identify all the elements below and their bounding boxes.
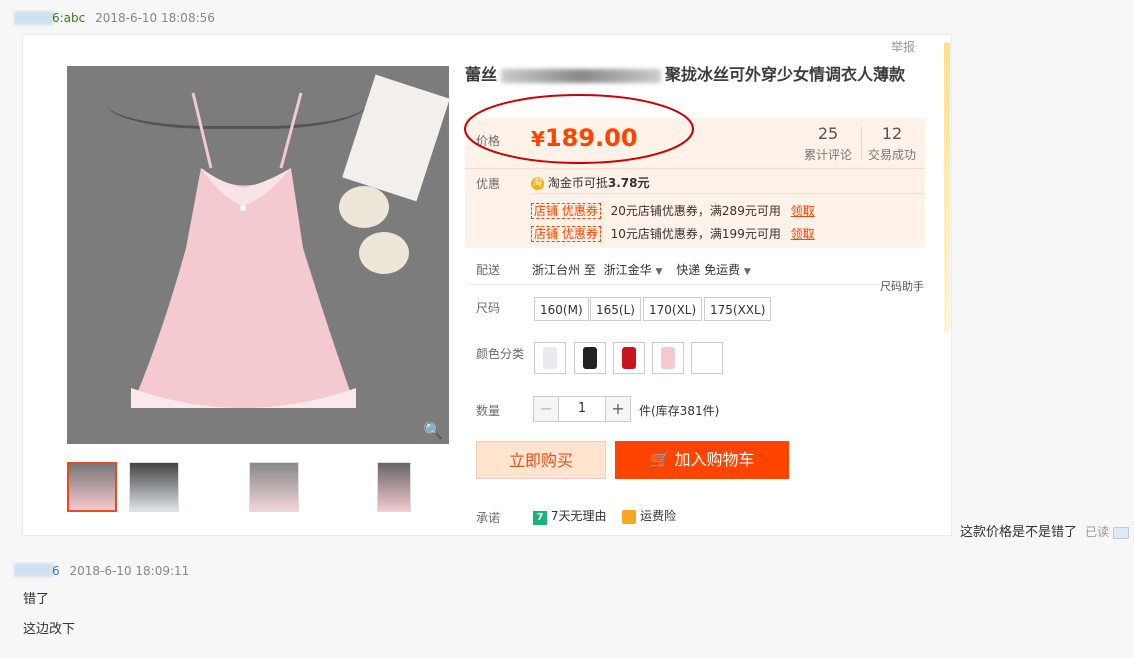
color-label: 颜色分类 xyxy=(476,347,525,361)
product-title-suffix: 聚拢冰丝可外穿少女情调衣人薄款 xyxy=(665,65,906,84)
size-helper-link[interactable]: 尺码助手 xyxy=(880,278,924,294)
sender-name[interactable]: 6:abc xyxy=(52,11,85,25)
coupon-claim-link[interactable]: 领取 xyxy=(791,227,815,241)
stock-text: 件(库存381件) xyxy=(639,404,720,418)
thumbnail-4[interactable] xyxy=(377,462,411,512)
thumbnail-2[interactable] xyxy=(129,462,179,512)
add-to-cart-label: 加入购物车 xyxy=(674,450,755,469)
price-annotation-circle xyxy=(464,94,694,164)
product-title: 蕾丝 聚拢冰丝可外穿少女情调衣人薄款 xyxy=(465,64,935,85)
delivery-label: 配送 xyxy=(476,263,501,277)
sender-name[interactable]: 6 xyxy=(52,564,60,578)
delivery-destination: 浙江金华 xyxy=(603,263,652,277)
freight-insurance-icon xyxy=(622,509,637,524)
review-label[interactable]: 累计评论 xyxy=(803,146,853,163)
message-timestamp: 2018-6-10 18:09:11 xyxy=(69,564,190,578)
coupon-row-2: 店铺 优惠券 10元店铺优惠券，满199元可用 领取 xyxy=(531,225,815,242)
size-option[interactable]: 170(XL) xyxy=(643,297,703,321)
chat-question: 这款价格是不是错了 已读 xyxy=(960,521,1130,540)
product-screenshot[interactable]: 举报 🔍 蕾丝 聚拢冰丝可外穿少女情调衣人薄款 价格 ¥189.00 25 累计评… xyxy=(22,34,952,536)
taojin-text: 淘金币可抵 xyxy=(547,176,608,190)
deal-count: 12 xyxy=(881,124,903,143)
promise-label: 承诺 xyxy=(476,511,501,525)
chevron-down-icon: ▼ xyxy=(655,267,663,277)
message-line: 这边改下 xyxy=(23,622,76,637)
freight-insurance[interactable]: 运费险 xyxy=(640,509,676,523)
cart-icon: 🛒 xyxy=(649,450,670,469)
dress-image xyxy=(131,92,356,408)
color-option-red[interactable] xyxy=(613,342,645,374)
buy-now-button[interactable]: 立即购买 xyxy=(476,441,606,479)
coupon-row-1: 店铺 优惠券 20元店铺优惠券，满289元可用 领取 xyxy=(531,202,815,219)
size-option[interactable]: 160(M) xyxy=(534,297,589,321)
chat-question-text: 这款价格是不是错了 xyxy=(960,525,1078,540)
message-timestamp: 2018-6-10 18:08:56 xyxy=(95,11,215,25)
message-line: 错了 xyxy=(23,592,50,607)
coupon-claim-link[interactable]: 领取 xyxy=(791,204,815,218)
delivery-method-dropdown[interactable]: 快递 免运费 ▼ xyxy=(676,263,751,277)
product-title-prefix: 蕾丝 xyxy=(465,65,498,84)
taojin-amount: 3.78元 xyxy=(607,176,650,190)
quantity-decrease-button[interactable]: − xyxy=(533,396,559,422)
quantity-input[interactable]: 1 xyxy=(558,396,606,422)
seven-day-return[interactable]: 7天无理由 xyxy=(551,509,607,523)
product-main-image[interactable]: 🔍 xyxy=(67,66,449,444)
taojin-coin-icon: 淘 xyxy=(531,177,544,190)
thumbnail-1[interactable] xyxy=(67,462,117,512)
price-divider xyxy=(465,168,925,169)
promise-row: 7 7天无理由 运费险 xyxy=(533,507,676,525)
delivery-row: 浙江台州 至 浙江金华 ▼ 快递 免运费 ▼ xyxy=(532,261,751,278)
message-header: 6 2018-6-10 18:09:11 xyxy=(52,564,189,578)
quantity-increase-button[interactable]: + xyxy=(605,396,631,422)
coupon-tag: 店铺 优惠券 xyxy=(531,226,601,242)
color-option-pink[interactable] xyxy=(652,342,684,374)
bra-pad-prop-2 xyxy=(359,232,409,274)
read-status: 已读 xyxy=(1085,525,1110,539)
coupon-text: 10元店铺优惠券，满199元可用 xyxy=(610,227,781,241)
add-to-cart-button[interactable]: 🛒 加入购物车 xyxy=(615,441,789,479)
thumbnail-3[interactable] xyxy=(249,462,299,512)
zoom-icon[interactable]: 🔍 xyxy=(423,421,443,440)
coupon-text: 20元店铺优惠券，满289元可用 xyxy=(610,204,781,218)
deal-label: 交易成功 xyxy=(867,148,916,162)
delivery-divider xyxy=(466,284,896,285)
more-icon xyxy=(1113,526,1130,539)
color-option-black[interactable] xyxy=(574,342,606,374)
seven-day-icon: 7 xyxy=(533,511,547,525)
delivery-method: 快递 免运费 xyxy=(676,263,741,277)
sender-avatar-blur xyxy=(14,11,54,25)
size-label: 尺码 xyxy=(476,301,501,315)
promo-divider xyxy=(531,193,925,194)
size-option[interactable]: 165(L) xyxy=(590,297,641,321)
color-option-blank[interactable] xyxy=(691,342,723,374)
size-option[interactable]: 175(XXL) xyxy=(704,297,772,321)
taojin-row: 淘 淘金币可抵3.78元 xyxy=(531,174,649,191)
promo-label: 优惠 xyxy=(476,177,501,191)
delivery-from: 浙江台州 至 xyxy=(532,263,596,277)
title-redaction xyxy=(501,68,662,83)
delivery-destination-dropdown[interactable]: 浙江金华 ▼ xyxy=(604,263,663,277)
report-link[interactable]: 举报 xyxy=(891,38,915,55)
stat-divider xyxy=(861,126,862,160)
quantity-label: 数量 xyxy=(476,404,501,418)
color-option-white[interactable] xyxy=(534,342,566,374)
review-count: 25 xyxy=(817,124,839,143)
chevron-down-icon: ▼ xyxy=(743,267,751,277)
yellow-edge xyxy=(944,43,950,333)
coupon-tag: 店铺 优惠券 xyxy=(531,203,601,219)
sender-avatar-blur xyxy=(14,563,54,577)
message-header: 6:abc 2018-6-10 18:08:56 xyxy=(52,11,215,25)
